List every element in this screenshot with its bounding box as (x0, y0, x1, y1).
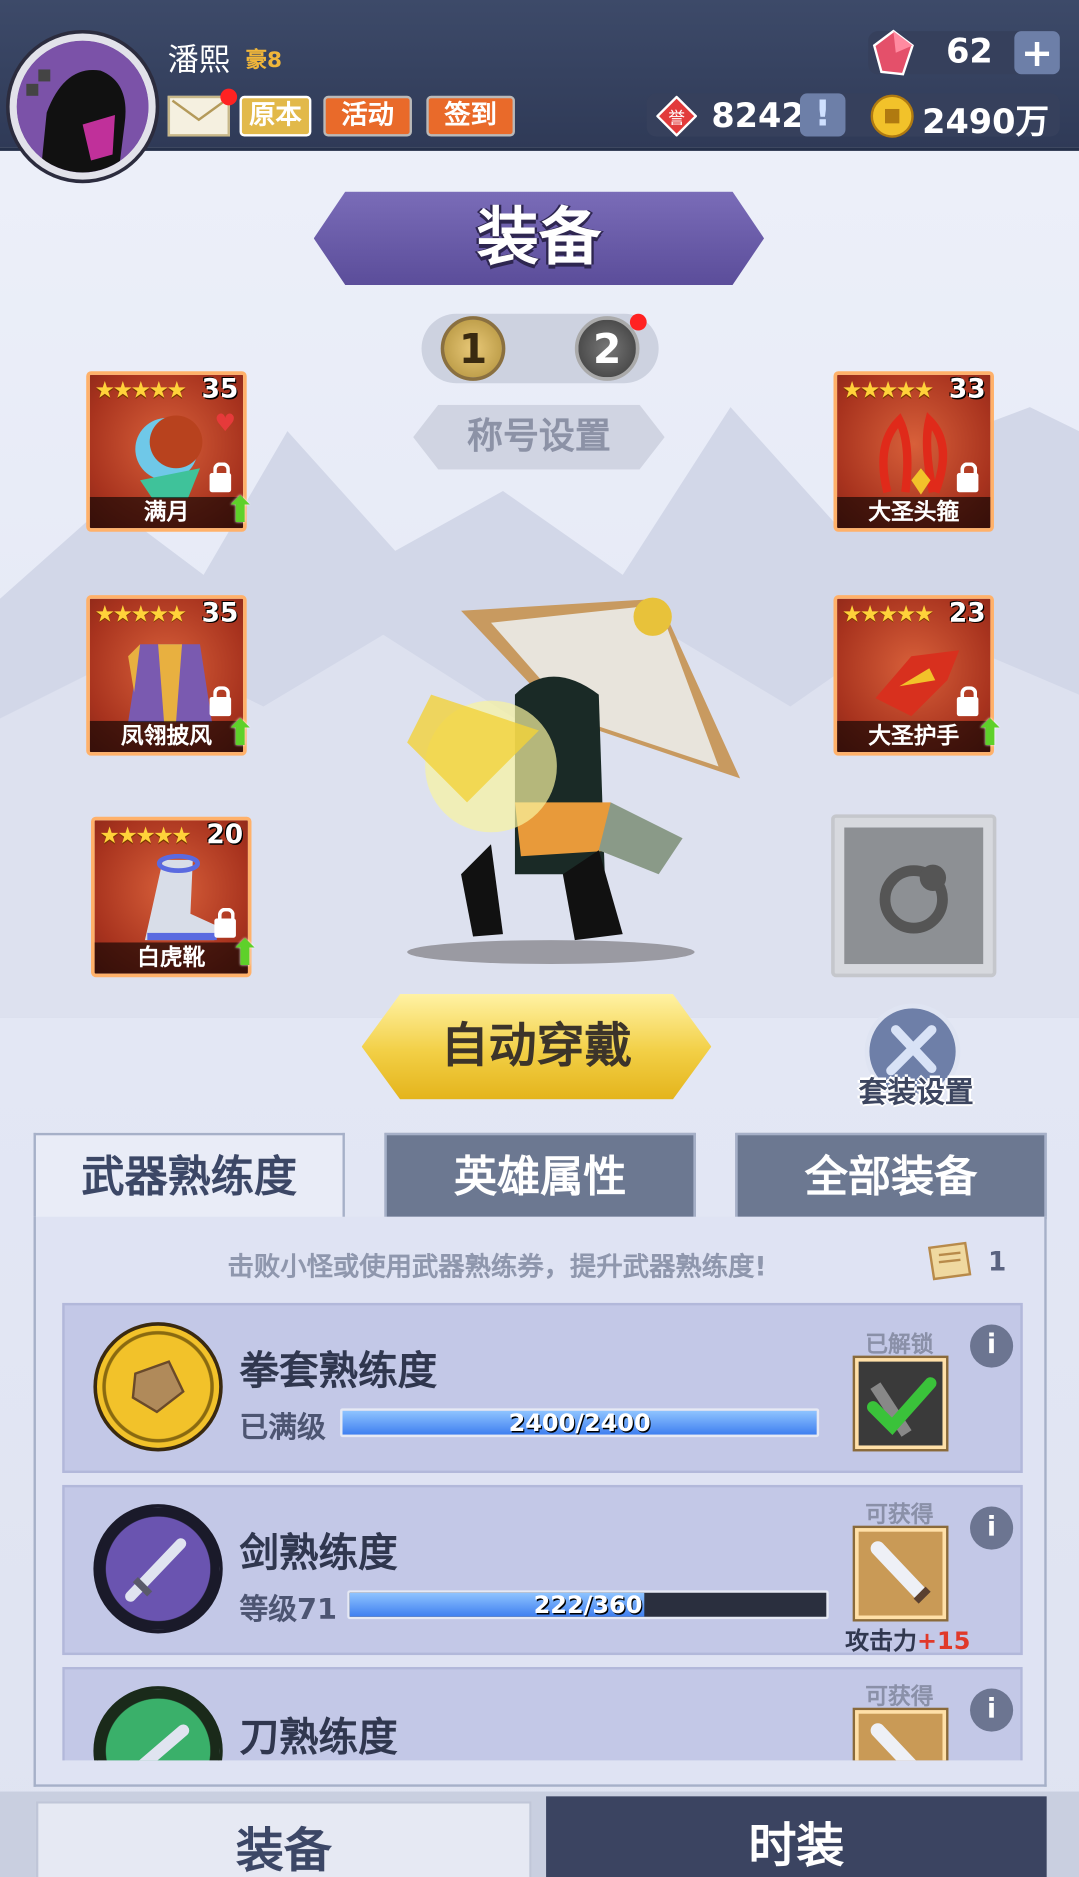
progress-text: 222/360 (533, 1590, 643, 1620)
reward-text: 攻击力+15 (836, 1621, 980, 1656)
slot-label: 凤翎披风 (89, 720, 244, 753)
reward-value: +15 (916, 1626, 971, 1656)
gem-icon (872, 29, 915, 82)
proficiency-name: 刀熟练度 (239, 1713, 398, 1761)
equip-slot-gauntlet[interactable]: ★★★★★ 23 大圣护手 (833, 595, 994, 756)
tab-all-equipment[interactable]: 全部装备 (735, 1132, 1047, 1220)
sword-icon (93, 1504, 223, 1634)
ring-slot-icon (879, 864, 948, 934)
unlock-status: 已解锁 (865, 1331, 934, 1359)
proficiency-name: 剑熟练度 (239, 1529, 398, 1576)
proficiency-level: 已满级 (239, 1410, 326, 1445)
fist-icon (93, 1322, 223, 1452)
heart-icon: ♥ (214, 408, 236, 438)
proficiency-hint: 击败小怪或使用武器熟练券，提升武器熟练度! (227, 1252, 767, 1283)
slot-label: 白虎靴 (94, 942, 248, 974)
tab-weapon-proficiency[interactable]: 武器熟练度 (33, 1132, 345, 1220)
ticket-count: 1 (987, 1247, 1007, 1278)
slot-stars: ★★★★★ (841, 601, 934, 628)
boot-icon (144, 853, 217, 941)
slot-level: 20 (206, 820, 244, 851)
proficiency-card-gauntlet[interactable]: 拳套熟练度 已满级 2400/2400 已解锁 i (62, 1302, 1023, 1473)
loadout-1-button[interactable]: 1 (440, 316, 506, 381)
player-avatar[interactable] (9, 33, 156, 180)
equip-slot-empty[interactable] (831, 814, 997, 978)
card-clip: 刀熟练度 可获得 i (62, 1667, 1023, 1761)
slot-stars: ★★★★★ (94, 601, 187, 628)
proficiency-progress-bar: 222/360 (347, 1590, 829, 1620)
info-button[interactable]: i (970, 1688, 1014, 1732)
proficiency-level: 等级71 (239, 1592, 338, 1627)
auto-equip-button[interactable]: 自动穿戴 (361, 993, 712, 1100)
gauntlet-icon (875, 650, 960, 717)
original-button[interactable]: 原本 (239, 95, 312, 137)
bottom-nav: 装备 时装 (0, 1791, 1079, 1877)
honor-icon: 誉 (655, 95, 698, 142)
equip-slot-headband[interactable]: ★★★★★ 33 大圣头箍 (833, 371, 994, 532)
slot-stars: ★★★★★ (94, 377, 187, 404)
events-button[interactable]: 活动 (323, 95, 412, 137)
slot-label: 大圣护手 (837, 720, 991, 753)
page-title: 装备 (313, 191, 765, 286)
proficiency-name: 拳套熟练度 (239, 1347, 438, 1394)
honor-info-button[interactable]: ! (799, 93, 846, 137)
equip-slot-boots[interactable]: ★★★★★ 20 白虎靴 (91, 816, 252, 978)
slot-level: 35 (201, 374, 239, 405)
player-name: 潘熙 (167, 43, 230, 80)
loadout-toggle: 1 2 (421, 313, 659, 384)
equip-slot-cape[interactable]: ★★★★★ 35 凤翎披风 (86, 595, 247, 756)
upgrade-arrow-icon: ⬆ (225, 489, 256, 532)
coin-icon (869, 93, 915, 143)
gem-value: 62 (946, 31, 993, 71)
honor-value: 8242 (711, 95, 805, 136)
blade-icon (93, 1686, 223, 1761)
nav-equipment[interactable]: 装备 (35, 1801, 532, 1877)
empty-slot-frame (844, 827, 984, 965)
slot-level: 33 (948, 374, 986, 405)
svg-text:誉: 誉 (668, 107, 685, 127)
headband-icon (879, 412, 948, 495)
mail-icon[interactable] (167, 88, 238, 137)
lock-icon (956, 462, 979, 493)
avatar-portrait-icon (16, 40, 149, 173)
proficiency-progress-bar: 2400/2400 (340, 1408, 820, 1438)
scroll-ticket-icon[interactable] (925, 1241, 975, 1289)
add-gems-button[interactable]: + (1014, 31, 1060, 75)
tab-hero-attributes[interactable]: 英雄属性 (384, 1132, 696, 1220)
loadout-2-notification-dot (629, 313, 647, 331)
upgrade-arrow-icon: ⬆ (229, 932, 261, 975)
reward-label: 攻击力 (845, 1626, 917, 1656)
upgrade-arrow-icon: ⬆ (225, 712, 256, 755)
hero-character (407, 597, 741, 965)
equip-slot-weapon[interactable]: ★★★★★ 35 ♥ 满月 (86, 371, 247, 532)
sword-reward-icon[interactable] (855, 1528, 947, 1620)
slot-stars: ★★★★★ (99, 822, 191, 850)
obtainable-status: 可获得 (865, 1683, 934, 1711)
coin-value: 2490万 (922, 101, 1049, 142)
reward-unlocked-icon[interactable] (855, 1358, 947, 1450)
crescent-weapon-icon (135, 415, 203, 499)
progress-text: 2400/2400 (508, 1408, 651, 1438)
mail-notification-dot (220, 88, 238, 106)
info-button[interactable]: i (970, 1324, 1014, 1368)
slot-level: 23 (948, 598, 986, 629)
slot-label: 满月 (89, 496, 244, 529)
suit-setting-label: 套装设置 (858, 1075, 974, 1109)
slot-label: 大圣头箍 (837, 496, 991, 529)
title-setting-button[interactable]: 称号设置 (413, 404, 665, 470)
proficiency-card-sword[interactable]: 剑熟练度 等级71 222/360 可获得 攻击力+15 i (62, 1484, 1023, 1656)
slot-level: 35 (201, 598, 239, 629)
proficiency-card-blade[interactable]: 刀熟练度 可获得 i (62, 1667, 1023, 1761)
vip-badge: 豪8 (245, 47, 283, 74)
blade-reward-icon[interactable] (855, 1710, 947, 1761)
slot-stars: ★★★★★ (841, 377, 934, 404)
checkin-button[interactable]: 签到 (426, 95, 515, 137)
nav-fashion[interactable]: 时装 (546, 1796, 1047, 1877)
info-button[interactable]: i (970, 1506, 1014, 1550)
cape-icon (128, 644, 212, 723)
obtainable-status: 可获得 (865, 1501, 934, 1529)
upgrade-arrow-icon: ⬆ (974, 712, 1005, 755)
